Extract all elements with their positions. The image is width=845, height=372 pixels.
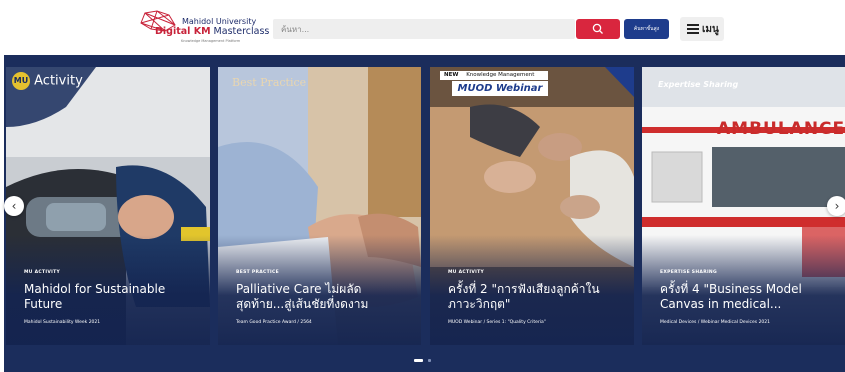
card-meta: Mahidol Sustainability Week 2021 [24, 320, 101, 325]
card-meta: MUOD Webinar / Series 1: "Quality Criter… [448, 320, 546, 325]
logo-university-name: Mahidol University [182, 17, 257, 26]
card-meta: Team Good Practice Award / 2564 [236, 320, 312, 325]
card-title[interactable]: ครั้งที่ 4 "Business Model Canvas in med… [660, 282, 835, 312]
ambulance-text: AMBULANCE [717, 119, 845, 139]
search-button[interactable] [576, 19, 620, 39]
card-title[interactable]: Mahidol for Sustainable Future [24, 282, 199, 312]
search-icon [592, 23, 603, 34]
site-header: Mahidol University Digital KM Masterclas… [0, 0, 845, 55]
card-title[interactable]: ครั้งที่ 2 "การฟังเสียงลูกค้าในภาวะวิกฤต… [448, 282, 623, 312]
card-meta: Medical Devices / Webinar Medical Device… [660, 320, 771, 325]
card-business-model-canvas[interactable]: AMBULANCE Expertise Sharing EXPERTISE SH… [642, 67, 845, 345]
card-badge-main: MUOD Webinar [452, 81, 548, 96]
site-logo[interactable]: Mahidol University Digital KM Masterclas… [135, 9, 269, 49]
card-category: BEST PRACTICE [236, 270, 279, 275]
advanced-search-button[interactable]: ค้นหาขั้นสูง [624, 19, 669, 39]
search-input[interactable]: ค้นหา... [273, 19, 575, 39]
card-palliative-care[interactable]: Best Practice BEST PRACTICE Palliative C… [218, 67, 421, 345]
chevron-right-icon: › [834, 199, 840, 213]
logo-title: Digital KM Masterclass [155, 26, 269, 37]
card-badge-top: NEW Knowledge Management [440, 71, 548, 80]
carousel-next-button[interactable]: › [827, 196, 845, 216]
menu-button[interactable]: เมนู [680, 17, 724, 41]
carousel-prev-button[interactable]: ‹ [4, 196, 24, 216]
card-title[interactable]: Palliative Care ไม่ผลัดสุดท้าย...สู่เส้น… [236, 282, 411, 312]
card-badge: NEW Knowledge Management MUOD Webinar [440, 71, 552, 99]
card-badge-label: Best Practice [232, 76, 307, 89]
card-muod-webinar[interactable]: NEW Knowledge Management MUOD Webinar MU… [430, 67, 634, 345]
search-placeholder: ค้นหา... [281, 25, 310, 34]
card-badge: Best Practice [232, 77, 306, 89]
chevron-left-icon: ‹ [11, 199, 17, 213]
card-category: EXPERTISE SHARING [660, 270, 717, 275]
menu-label: เมนู [702, 24, 719, 35]
card-badge-label: Activity [34, 73, 83, 89]
card-category: MU ACTIVITY [24, 270, 61, 275]
carousel-dot-active[interactable] [414, 359, 423, 362]
card-badge: MU Activity [12, 72, 83, 90]
mu-logo-icon: MU [12, 72, 30, 90]
card-category: MU ACTIVITY [448, 270, 485, 275]
card-badge-label: Expertise Sharing [658, 80, 739, 89]
carousel-dot[interactable] [428, 359, 431, 362]
hamburger-icon [687, 24, 699, 34]
card-sustainable-future[interactable]: MU Activity MU ACTIVITY Mahidol for Sust… [6, 67, 210, 345]
logo-title-light: Masterclass [210, 26, 270, 37]
card-badge-subtitle: Knowledge Management [466, 72, 535, 78]
card-badge: Expertise Sharing [658, 80, 738, 89]
new-label: NEW [444, 72, 459, 78]
logo-tagline: Knowledge Management Platform [181, 39, 241, 43]
card-badge-label: MUOD Webinar [457, 83, 543, 94]
logo-title-bold: Digital KM [155, 26, 211, 37]
